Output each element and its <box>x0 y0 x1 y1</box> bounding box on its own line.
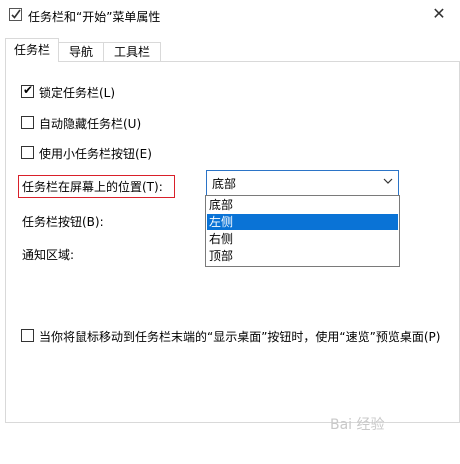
app-icon <box>9 8 22 21</box>
dropdown-option-left[interactable]: 左侧 <box>207 214 398 230</box>
tab-toolbars[interactable]: 工具栏 <box>103 42 161 62</box>
tab-taskbar[interactable]: 任务栏 <box>5 38 59 62</box>
peek-label: 当你将鼠标移动到任务栏末端的“显示桌面”按钮时，使用“速览”预览桌面(P) <box>39 330 441 344</box>
position-label: 任务栏在屏幕上的位置(T): <box>22 180 163 194</box>
dropdown-option-right[interactable]: 右侧 <box>207 231 398 247</box>
lock-taskbar-checkbox[interactable]: ✔ <box>21 83 34 98</box>
close-icon[interactable]: ✕ <box>430 5 448 23</box>
position-dropdown-list: 底部 左侧 右侧 顶部 <box>205 195 400 267</box>
chevron-down-icon <box>383 178 393 184</box>
checkmark-icon: ✔ <box>23 83 34 97</box>
auto-hide-label: 自动隐藏任务栏(U) <box>39 117 142 131</box>
title-bar: 任务栏和“开始”菜单属性 ✕ <box>0 0 460 31</box>
position-select[interactable]: 底部 <box>206 170 399 196</box>
dropdown-option-top[interactable]: 顶部 <box>207 248 398 264</box>
tab-navigation[interactable]: 导航 <box>58 42 104 62</box>
dropdown-option-bottom[interactable]: 底部 <box>207 197 398 213</box>
small-buttons-checkbox[interactable] <box>21 146 34 159</box>
watermark-logo: Bai 经验 <box>330 417 385 433</box>
notification-area-label: 通知区域: <box>22 248 75 262</box>
peek-checkbox[interactable] <box>21 329 34 342</box>
taskbar-buttons-label: 任务栏按钮(B): <box>22 215 104 229</box>
position-select-value: 底部 <box>212 177 237 191</box>
window-title: 任务栏和“开始”菜单属性 <box>28 10 161 24</box>
lock-taskbar-label: 锁定任务栏(L) <box>39 86 116 100</box>
small-buttons-label: 使用小任务栏按钮(E) <box>39 147 152 161</box>
auto-hide-checkbox[interactable] <box>21 116 34 129</box>
